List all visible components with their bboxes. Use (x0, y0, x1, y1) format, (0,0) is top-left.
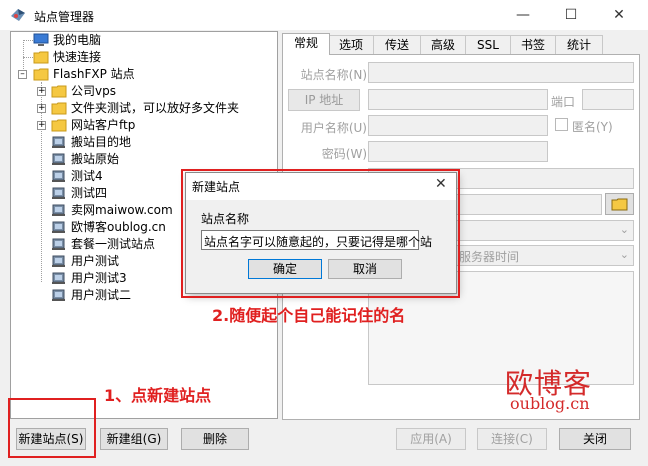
window-title: 站点管理器 (34, 10, 95, 24)
username-field[interactable] (368, 115, 548, 136)
folder-icon (51, 102, 67, 115)
folder-icon (33, 68, 49, 81)
step2-annotation: 2.随便起个自己能记住的名 (212, 306, 406, 325)
tab-bookmarks[interactable]: 书签 (510, 35, 556, 54)
title-bar: 站点管理器 — ☐ ✕ (0, 0, 648, 30)
expand-icon[interactable]: + (37, 87, 46, 96)
tab-options[interactable]: 选项 (328, 35, 374, 54)
collapse-icon[interactable]: – (18, 70, 27, 79)
new-site-highlight-box (8, 398, 96, 458)
server-icon (52, 272, 65, 284)
password-label: 密码(W) (321, 147, 367, 161)
username-label: 用户名称(U) (300, 121, 367, 135)
minimize-icon[interactable]: — (506, 4, 540, 26)
server-icon (52, 255, 65, 267)
server-icon (52, 221, 65, 233)
site-name-label: 站点名称(N) (300, 68, 367, 82)
close-icon[interactable]: ✕ (602, 4, 636, 26)
connect-button[interactable]: 连接(C) (477, 428, 547, 450)
tree-item-label: 网站客户ftp (71, 118, 136, 132)
tab-ssl[interactable]: SSL (465, 35, 511, 54)
tree-item-label: 快速连接 (53, 50, 102, 64)
new-group-button[interactable]: 新建组(G) (100, 428, 168, 450)
tree-item-label: FlashFXP 站点 (53, 67, 135, 81)
close-button[interactable]: 关闭 (559, 428, 631, 450)
server-icon (52, 170, 65, 182)
delete-button[interactable]: 删除 (181, 428, 249, 450)
tree-item-label: 卖网maiwow.com (71, 203, 173, 217)
port-field[interactable] (582, 89, 634, 110)
tree-item-label: 搬站原始 (71, 152, 120, 166)
tree-item-label: 文件夹测试，可以放好多文件夹 (71, 101, 240, 115)
tree-item-label: 公司vps (71, 84, 116, 98)
ip-address-field[interactable] (368, 89, 548, 110)
time-option-value: 服务器时间 (459, 250, 520, 264)
chevron-down-icon: ⌄ (619, 223, 629, 236)
port-label: 端口 (551, 95, 576, 109)
step1-annotation: 1、点新建站点 (104, 386, 212, 405)
tab-bar: 常规 选项 传送 高级 SSL 书签 统计 (282, 33, 640, 55)
tab-transfer[interactable]: 传送 (373, 35, 421, 54)
tab-statistics[interactable]: 统计 (555, 35, 603, 54)
folder-icon (51, 119, 67, 132)
ip-address-button[interactable]: IP 地址 (288, 89, 360, 111)
anonymous-checkbox[interactable] (555, 118, 568, 131)
anonymous-label: 匿名(Y) (572, 120, 613, 134)
server-icon (52, 136, 65, 148)
tree-item-label: 套餐一测试站点 (71, 237, 156, 251)
tree-item-label: 欧博客oublog.cn (71, 220, 166, 234)
dialog-highlight-box (181, 169, 460, 298)
apply-button[interactable]: 应用(A) (396, 428, 466, 450)
tree-item-label: 搬站目的地 (71, 135, 132, 149)
computer-icon (33, 33, 49, 46)
site-manager-window: 站点管理器 — ☐ ✕ 我的电脑 快速连接 – FlashFXP 站点 + 公司… (0, 0, 648, 466)
tree-item-label: 用户测试 (71, 254, 120, 268)
maximize-icon[interactable]: ☐ (554, 4, 588, 26)
tree-item-label: 用户测试二 (71, 288, 132, 302)
folder-icon (33, 51, 49, 64)
server-icon (52, 204, 65, 216)
flashfxp-app-icon (10, 7, 26, 26)
tab-advanced[interactable]: 高级 (420, 35, 466, 54)
tree-item-label: 用户测试3 (71, 271, 127, 285)
tree-item-label: 测试四 (71, 186, 108, 200)
tree-item-label: 我的电脑 (53, 33, 102, 47)
server-icon (52, 238, 65, 250)
tree-item-label: 测试4 (71, 169, 103, 183)
expand-icon[interactable]: + (37, 121, 46, 130)
expand-icon[interactable]: + (37, 104, 46, 113)
password-field[interactable] (368, 141, 548, 162)
server-icon (52, 153, 65, 165)
tab-general[interactable]: 常规 (282, 33, 330, 55)
folder-icon (51, 85, 67, 98)
server-icon (52, 289, 65, 301)
chevron-down-icon: ⌄ (619, 248, 629, 261)
browse-folder-icon[interactable] (605, 193, 634, 215)
site-name-field[interactable] (368, 62, 634, 83)
watermark-url: oublog.cn (510, 394, 590, 413)
server-icon (52, 187, 65, 199)
